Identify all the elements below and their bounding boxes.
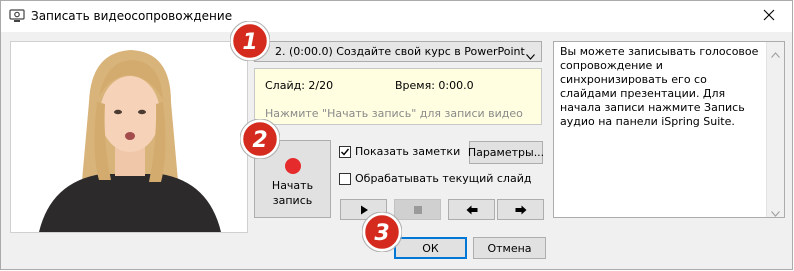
cancel-button-label: Отмена <box>487 241 532 255</box>
webcam-preview <box>10 41 248 233</box>
slide-select[interactable]: 2. (0:00.0) Создайте свой курс в PowerPo… <box>254 41 542 62</box>
callout-badge-1-label: 1 <box>242 30 257 55</box>
record-label-line2: запись <box>272 194 313 207</box>
notes-scrollbar[interactable] <box>766 42 784 217</box>
prev-icon <box>466 205 477 214</box>
process-current-slide-label: Обрабатывать текущий слайд <box>355 172 532 185</box>
parameters-button[interactable]: Параметры... <box>467 141 545 164</box>
callout-badge-2-label: 2 <box>252 128 267 153</box>
callout-badge-2: 2 <box>240 119 280 159</box>
title-bar: Записать видеосопровождение <box>1 1 792 32</box>
presenter-image <box>11 42 247 232</box>
show-notes-label: Показать заметки <box>355 145 461 158</box>
process-current-slide-checkbox[interactable] <box>339 173 351 185</box>
record-label-line1: Начать <box>271 179 314 192</box>
parameters-button-label: Параметры... <box>467 146 545 159</box>
notes-textarea[interactable]: Вы можете записывать голосовое сопровожд… <box>553 41 785 218</box>
recording-info-panel: Слайд: 2/20 Время: 0:00.0 Нажмите "Начат… <box>254 68 542 125</box>
close-button[interactable] <box>746 1 792 32</box>
window-title: Записать видеосопровождение <box>31 9 233 23</box>
record-icon <box>285 158 301 174</box>
checkmark-icon <box>341 148 350 156</box>
close-icon <box>763 9 775 24</box>
scroll-up-icon[interactable] <box>771 47 780 58</box>
show-notes-checkbox[interactable] <box>339 146 351 158</box>
scroll-down-icon[interactable] <box>771 206 780 217</box>
callout-badge-3-label: 3 <box>374 221 389 246</box>
callout-badge-1: 1 <box>230 21 270 61</box>
webcam-icon <box>9 9 25 23</box>
cancel-button[interactable]: Отмена <box>473 237 546 259</box>
ok-button[interactable]: ОК <box>394 237 467 259</box>
record-video-dialog: Записать видеосопровождение 2. (0:00.0) … <box>0 0 793 270</box>
record-hint: Нажмите "Начать запись" для записи видео <box>265 107 523 120</box>
slide-counter: Слайд: 2/20 <box>265 79 334 92</box>
notes-text: Вы можете записывать голосовое сопровожд… <box>560 45 759 128</box>
slide-select-value: 2. (0:00.0) Создайте свой курс в PowerPo… <box>275 45 525 58</box>
time-counter: Время: 0:00.0 <box>395 79 474 92</box>
stop-icon <box>413 205 422 214</box>
next-icon <box>515 205 526 214</box>
previous-slide-button[interactable] <box>448 199 495 220</box>
chevron-down-icon <box>526 49 535 60</box>
callout-badge-3: 3 <box>362 212 402 252</box>
next-slide-button[interactable] <box>497 199 544 220</box>
ok-button-label: ОК <box>422 241 439 255</box>
